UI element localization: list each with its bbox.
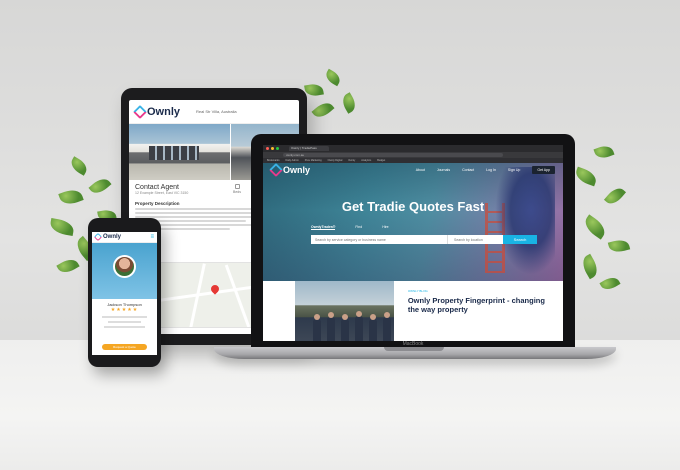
nav-journals[interactable]: Journals [437,168,450,172]
ownly-logo-icon [93,232,103,242]
team-member [327,312,335,341]
avatar[interactable] [113,255,136,278]
bookmark-item[interactable]: Ownly Digital [328,159,343,162]
article-kicker: OWNLY BLOG [407,289,428,293]
search-tabs: OwnlyTrades® Find Hire [311,225,389,230]
tablet-brand: Ownly [147,105,181,118]
bookmark-item[interactable]: Daily Admin [286,159,299,162]
laptop-notch [384,347,444,351]
bed-icon [234,184,240,189]
blog-article[interactable]: OWNLY BLOG Ownly Property Fingerprint - … [394,281,563,341]
url-field[interactable]: ownly.com.au [283,153,503,157]
blog-section: OWNLY BLOG Ownly Property Fingerprint - … [263,281,563,341]
tablet-logo[interactable]: Ownly [132,104,181,119]
location-search-input[interactable] [447,235,503,244]
close-window-icon[interactable] [266,147,269,150]
nav-contact[interactable]: Contact [462,168,474,172]
site-nav: Ownly About Journals Contact Log In Sign… [263,163,563,178]
text-line [102,316,147,318]
hamburger-menu-icon[interactable]: ≡ [150,234,154,240]
bookmark-item[interactable]: Ownly [348,159,355,162]
nav-login[interactable]: Log In [486,168,496,172]
nav-links: About Journals Contact Log In Sign Up Ge… [416,166,555,174]
tab-ownlytrades[interactable]: OwnlyTrades® [311,225,336,230]
rating-stars: ★★★★★ [110,307,139,313]
phone-brand: Ownly [103,234,122,240]
phone-device: Ownly ≡ Jackson Thompson ★★★★★ Request a… [88,218,161,367]
text-line [104,326,145,328]
stat-beds: Beds [229,184,245,195]
bookmark-item[interactable]: Budget [377,159,385,162]
maximize-window-icon[interactable] [276,147,279,150]
blog-team-photo[interactable] [295,281,394,341]
contact-agent-title: Contact Agent [135,184,179,191]
nav-signup[interactable]: Sign Up [508,168,520,172]
browser-titlebar: Ownly | TradiePass [263,145,563,152]
team-member [369,314,377,341]
search-button[interactable]: Search [503,235,537,244]
ownly-logo-icon [268,163,284,178]
tablet-location: Real Str Villa, Australia [196,109,237,114]
hero-tradie-image [495,167,555,275]
phone-screen: Ownly ≡ Jackson Thompson ★★★★★ Request a… [92,232,157,355]
hero-banner: Ownly About Journals Contact Log In Sign… [263,163,563,281]
laptop-base [214,347,616,359]
minimize-window-icon[interactable] [271,147,274,150]
site-logo[interactable]: Ownly [268,163,311,178]
plant-right [565,140,645,300]
site-brand: Ownly [283,165,311,175]
phone-header: Ownly ≡ [92,232,157,243]
bookmark-item[interactable]: Bookmarks [267,159,280,162]
hero-title: Get Tradie Quotes Fast [341,199,485,214]
bookmark-item[interactable]: Pure Marketing [305,159,322,162]
team-member [383,312,391,341]
text-line [108,321,141,323]
team-member [341,314,349,341]
team-member [355,311,363,341]
article-title[interactable]: Ownly Property Fingerprint - changing th… [408,296,557,315]
request-quote-button[interactable]: Request a Quote [102,344,147,350]
map-road [224,264,251,327]
ownly-logo-icon [132,104,148,119]
property-photo-main[interactable] [129,124,231,180]
team-member [313,314,321,341]
tablet-header: Ownly Real Str Villa, Australia [129,100,299,124]
service-search-input[interactable] [311,235,447,244]
agent-address: 12 Example Street, East VIC 3150 [135,191,189,195]
search-bar: Search [311,235,537,244]
profile-header [92,243,157,299]
laptop-screen: Ownly | TradiePass ownly.com.au Bookmark… [263,145,563,341]
phone-logo[interactable]: Ownly [93,232,122,242]
bookmark-item[interactable]: Analytics [361,159,371,162]
tab-hire[interactable]: Hire [382,225,388,230]
nav-about[interactable]: About [416,168,425,172]
laptop-device: Ownly | TradiePass ownly.com.au Bookmark… [251,134,575,348]
get-app-button[interactable]: Get App [532,166,555,174]
tab-find[interactable]: Find [355,225,362,230]
browser-tab[interactable]: Ownly | TradiePass [289,146,329,151]
